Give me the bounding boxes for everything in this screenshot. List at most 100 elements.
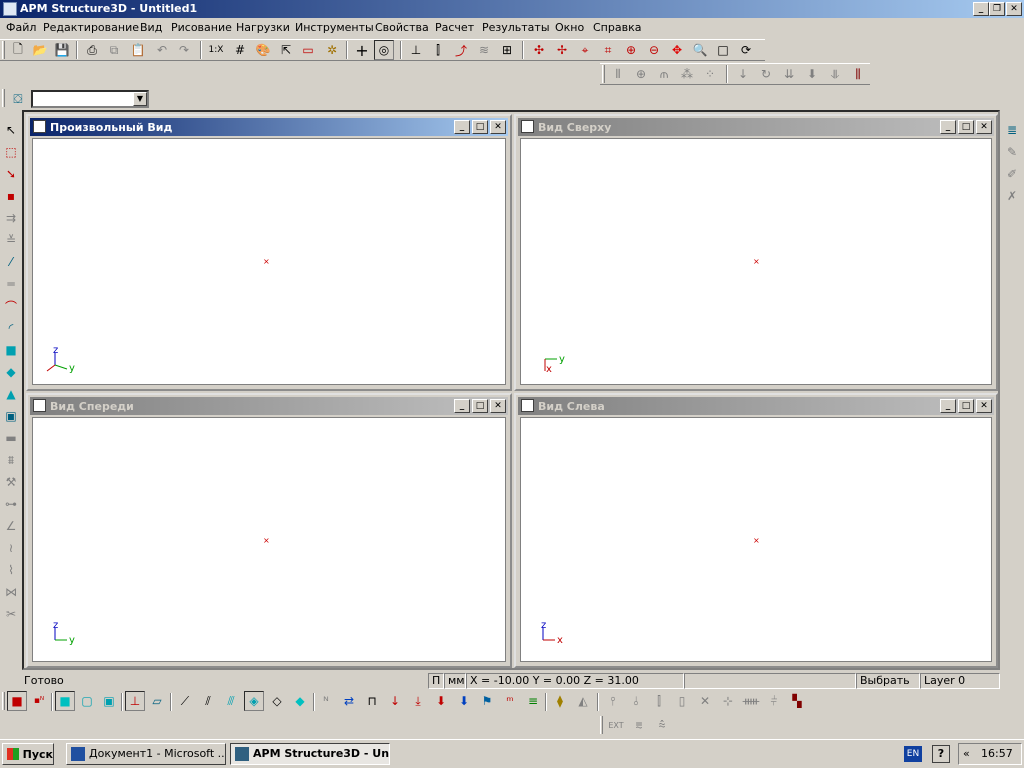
box-select-icon[interactable]: ⬚ [1,142,21,162]
clock[interactable]: 16:57 [981,744,1013,764]
menu-file[interactable]: Файл [6,21,36,34]
view-front-icon[interactable]: ⌖ [575,40,595,60]
moment-view-icon[interactable]: ⬇ [454,691,474,711]
viewport-titlebar[interactable]: Вид Слева _ □ ✕ [518,397,994,415]
viewport-close-button[interactable]: ✕ [490,120,506,134]
open-file-icon[interactable]: 📂 [30,40,50,60]
viewport-maximize-button[interactable]: □ [472,120,488,134]
layer-edit-icon[interactable]: ✎ [1002,142,1022,162]
viewport-canvas[interactable]: × z x [520,417,992,662]
menu-window[interactable]: Окно [555,21,584,34]
results-1-icon[interactable]: ⫯ [603,691,623,711]
beam-select-icon[interactable]: ⤴ [451,40,471,60]
pan-icon[interactable]: ✥ [667,40,687,60]
viewport-canvas[interactable]: × z y [32,417,506,662]
node-number-icon[interactable]: ≚ [1,230,21,250]
plate-rect-icon[interactable]: ■ [1,340,21,360]
cable-icon[interactable]: ⌇ [1,560,21,580]
paste-icon[interactable]: 📋 [128,40,148,60]
results-8-icon[interactable]: ⫩ [764,691,784,711]
render-icon[interactable]: ◈ [244,691,264,711]
viewport-minimize-button[interactable]: _ [940,120,956,134]
line-icon[interactable]: ⟋ [175,691,195,711]
frame-icon[interactable]: ⫿ [428,40,448,60]
axis-node-icon[interactable]: ⊥ [406,40,426,60]
menu-tools[interactable]: Инструменты [295,21,374,34]
solid-icon[interactable]: ▣ [1,406,21,426]
pointer-icon[interactable]: ↖ [1,120,21,140]
force-icon[interactable]: ↓ [733,64,753,84]
grid-icon[interactable]: # [230,40,250,60]
menu-calculation[interactable]: Расчет [435,21,474,34]
tray-collapse-button[interactable]: « [963,744,970,764]
save-icon[interactable]: 💾 [52,40,72,60]
wire-icon[interactable]: ◇ [267,691,287,711]
viewport-icon[interactable] [521,399,534,412]
toolbar-grip[interactable] [2,41,5,59]
viewport-titlebar[interactable]: Произвольный Вид _ □ ✕ [30,118,508,136]
toolbar-grip[interactable] [600,716,603,734]
viewport-left[interactable]: Вид Слева _ □ ✕ × z x [514,393,998,668]
task-word[interactable]: Документ1 - Microsoft ... [66,743,226,765]
viewport-front[interactable]: Вид Спереди _ □ ✕ × z y [26,393,512,668]
flag-icon[interactable]: ⚑ [477,691,497,711]
solid-view-icon[interactable]: ◆ [290,691,310,711]
redo-icon[interactable]: ↷ [174,40,194,60]
zoom-in-icon[interactable]: ⊕ [621,40,641,60]
viewport-titlebar[interactable]: Вид Сверху _ □ ✕ [518,118,994,136]
group-icon[interactable]: ⁂ [677,64,697,84]
toolbar-grip[interactable] [602,65,605,83]
results-9-icon[interactable]: ▚ [787,691,807,711]
arc-icon[interactable]: ⌒ [1,296,21,316]
ext-icon[interactable]: EXT [606,715,626,735]
palette-icon[interactable]: 🎨 [253,40,273,60]
load-chart-icon[interactable]: ⫼ [848,64,868,84]
zoom-extents-icon[interactable]: □ [713,40,733,60]
select-layers-icon[interactable]: ⇱ [276,40,296,60]
menu-draw[interactable]: Рисование [171,21,232,34]
node-load-icon[interactable]: ⬇ [802,64,822,84]
show-plates-icon[interactable]: ■ [55,691,75,711]
zoom-out-icon[interactable]: ⊖ [644,40,664,60]
connections-icon[interactable]: ⇄ [339,691,359,711]
toolbar-grip[interactable] [2,89,5,107]
viewport-top[interactable]: Вид Сверху _ □ ✕ × y x [514,114,998,391]
menu-properties[interactable]: Свойства [375,21,429,34]
results-5-icon[interactable]: ✕ [695,691,715,711]
viewport-icon[interactable] [33,120,46,133]
angle-icon[interactable]: ∠ [1,516,21,536]
new-file-icon[interactable]: 🗋 [8,40,28,60]
layers-view-icon[interactable]: ⧫ [550,691,570,711]
plate-quad-icon[interactable]: ◆ [1,362,21,382]
menu-results[interactable]: Результаты [482,21,550,34]
undo-icon[interactable]: ↶ [152,40,172,60]
hinge-icon[interactable]: ⊶ [1,494,21,514]
viewport-minimize-button[interactable]: _ [454,120,470,134]
mass-icon[interactable]: ᵐ [500,691,520,711]
support-hinge-icon[interactable]: ⊕ [631,64,651,84]
plate-icon[interactable]: ≋ [474,40,494,60]
viewport-maximize-button[interactable]: □ [958,120,974,134]
viewport-close-button[interactable]: ✕ [976,120,992,134]
viewport-icon[interactable] [521,120,534,133]
viewport-maximize-button[interactable]: □ [472,399,488,413]
truss-icon[interactable]: ⩩ [1,450,21,470]
local-axes-icon[interactable]: ⊥ [125,691,145,711]
layer-icon[interactable]: ⛋ [8,89,28,109]
results-4-icon[interactable]: ▯ [672,691,692,711]
view-left-icon[interactable]: ⌗ [598,40,618,60]
layers-stack-icon[interactable]: ≣ [1002,120,1022,140]
plate-fill-icon[interactable]: ▣ [99,691,119,711]
copy-icon[interactable]: ⧉ [104,40,124,60]
zoom-window-icon[interactable]: 🔍 [690,40,710,60]
double-line-icon[interactable]: ⫽ [198,691,218,711]
viewport-minimize-button[interactable]: _ [940,399,956,413]
help-icon[interactable]: ? [932,745,950,763]
rotate-icon[interactable]: ⟳ [736,40,756,60]
restore-button[interactable]: ❐ [989,2,1005,16]
crosshair-icon[interactable]: + [352,40,372,60]
menu-edit[interactable]: Редактирование [43,21,139,34]
node-force-view-icon[interactable]: ⬇ [431,691,451,711]
distributed-load-icon[interactable]: ⇊ [779,64,799,84]
joint-icon[interactable]: ⋈ [1,582,21,602]
